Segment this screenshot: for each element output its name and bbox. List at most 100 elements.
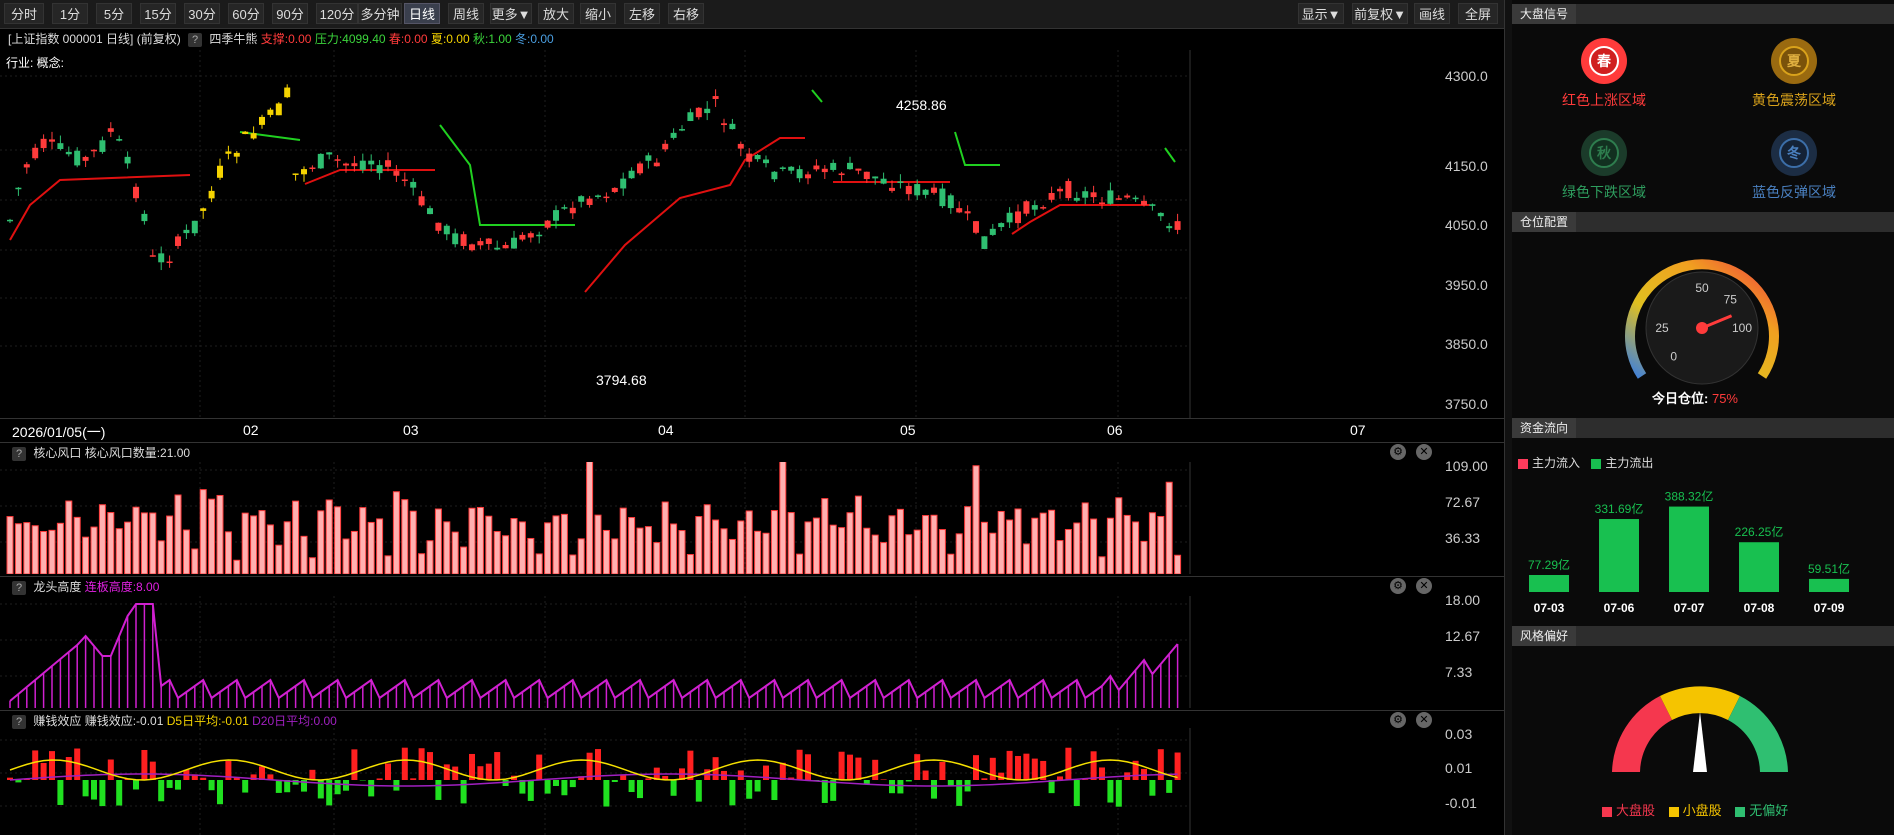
core-theme-bar xyxy=(140,512,148,574)
support-value: 支撑:0.00 xyxy=(260,32,312,46)
period-button-15min[interactable]: 15分 xyxy=(140,3,176,24)
adjust-menu-button[interactable]: 前复权▼ xyxy=(1352,3,1408,24)
period-button-daily[interactable]: 日线 xyxy=(404,3,440,24)
close-icon[interactable]: ✕ xyxy=(1416,578,1432,594)
pane2-tick: 12.67 xyxy=(1445,628,1481,644)
candle-body xyxy=(687,112,694,122)
pressure-line xyxy=(954,131,1000,166)
period-button-90min[interactable]: 90分 xyxy=(272,3,308,24)
core-theme-bar xyxy=(955,533,963,574)
profit-effect-bar xyxy=(460,780,467,804)
candlestick-chart[interactable] xyxy=(0,50,1504,444)
core-theme-bar xyxy=(787,512,795,574)
candle-body xyxy=(746,153,753,162)
candle-body xyxy=(326,152,333,155)
candle-body xyxy=(359,160,366,170)
help-icon[interactable]: ? xyxy=(12,446,26,461)
fullscreen-button[interactable]: 全屏 xyxy=(1458,3,1498,24)
profit-effect-bar xyxy=(670,780,677,796)
profit-effect-bar xyxy=(368,780,375,797)
period-button-60min[interactable]: 60分 xyxy=(228,3,264,24)
core-theme-bar xyxy=(65,500,73,574)
candle-body xyxy=(1082,191,1089,198)
gear-icon[interactable]: ⚙ xyxy=(1390,578,1406,594)
core-theme-bar-chart[interactable] xyxy=(0,462,1440,574)
core-theme-bar xyxy=(527,537,535,574)
candle-body xyxy=(91,149,97,152)
close-icon[interactable]: ✕ xyxy=(1416,712,1432,728)
candle-body xyxy=(1115,198,1122,200)
core-theme-bar xyxy=(594,514,602,574)
core-theme-bar xyxy=(115,528,123,574)
core-theme-bar xyxy=(980,521,988,574)
core-theme-bar xyxy=(779,462,787,574)
profit-effect-bar xyxy=(687,750,694,780)
profit-effect-bar xyxy=(1107,780,1114,803)
display-menu-button[interactable]: 显示▼ xyxy=(1298,3,1344,24)
help-icon[interactable]: ? xyxy=(12,714,26,729)
core-theme-bar xyxy=(174,494,182,574)
candle-body xyxy=(973,221,979,233)
consecutive-limit-value: 连板高度:8.00 xyxy=(84,580,160,594)
leader-height-chart[interactable] xyxy=(0,596,1440,708)
profit-effect-bar xyxy=(821,780,828,803)
profit-effect-bar xyxy=(91,780,97,800)
core-theme-bar xyxy=(712,519,720,574)
profit-effect-bar xyxy=(158,780,165,802)
candle-body xyxy=(452,233,459,245)
more-button[interactable]: 更多▼ xyxy=(490,3,532,24)
zoom-out-button[interactable]: 缩小 xyxy=(580,3,616,24)
style-legend: 大盘股 小盘股 无偏好 xyxy=(1602,800,1788,819)
gear-icon[interactable]: ⚙ xyxy=(1390,444,1406,460)
candle-body xyxy=(376,165,383,174)
core-theme-bar xyxy=(392,491,400,574)
zoom-in-button[interactable]: 放大 xyxy=(538,3,574,24)
period-button-5min[interactable]: 5分 xyxy=(96,3,132,24)
candle-body xyxy=(737,143,744,149)
profit-effect-chart[interactable] xyxy=(0,728,1440,835)
candle-body xyxy=(763,159,769,164)
candle-body xyxy=(49,139,55,142)
profit-effect-bar xyxy=(939,761,946,780)
core-theme-count: 核心风口数量:21.00 xyxy=(84,446,191,460)
period-button-1min[interactable]: 1分 xyxy=(52,3,88,24)
move-left-button[interactable]: 左移 xyxy=(624,3,660,24)
pane1-tick: 109.00 xyxy=(1445,458,1488,474)
core-theme-bar xyxy=(1123,514,1131,574)
help-icon[interactable]: ? xyxy=(12,580,26,595)
symbol-label: [上证指数 000001 日线] xyxy=(8,32,134,46)
help-icon[interactable]: ? xyxy=(188,32,203,47)
candle-body xyxy=(578,196,585,202)
move-right-button[interactable]: 右移 xyxy=(668,3,704,24)
period-button-timeshare[interactable]: 分时 xyxy=(4,3,44,24)
d5-average: D5日平均:-0.01 xyxy=(166,714,249,728)
candle-body xyxy=(7,219,13,222)
candle-body xyxy=(1023,201,1030,214)
core-theme-bar xyxy=(73,516,81,574)
draw-line-button[interactable]: 画线 xyxy=(1414,3,1450,24)
period-button-multi[interactable]: 多分钟 xyxy=(358,3,402,24)
profit-effect-bar xyxy=(309,769,316,780)
candle-body xyxy=(695,107,702,118)
candle-body xyxy=(175,236,181,246)
period-button-30min[interactable]: 30分 xyxy=(184,3,220,24)
period-button-120min[interactable]: 120分 xyxy=(316,3,358,24)
core-theme-bar xyxy=(569,554,577,574)
profit-effect-bar xyxy=(519,780,526,794)
gear-icon[interactable]: ⚙ xyxy=(1390,712,1406,728)
core-theme-bar xyxy=(418,553,426,574)
candle-body xyxy=(368,160,375,165)
profit-effect-bar xyxy=(628,780,635,793)
profit-effect-bar xyxy=(99,780,106,807)
core-theme-bar xyxy=(762,532,770,574)
close-icon[interactable]: ✕ xyxy=(1416,444,1432,460)
period-button-weekly[interactable]: 周线 xyxy=(448,3,484,24)
candle-body xyxy=(611,187,618,192)
candle-body xyxy=(217,165,223,178)
spring-value: 春:0.00 xyxy=(388,32,428,46)
core-theme-bar xyxy=(838,527,846,574)
fund-flow-bar xyxy=(1739,542,1779,592)
core-theme-bar xyxy=(653,542,661,574)
core-theme-bar xyxy=(863,527,871,574)
candle-body xyxy=(259,116,265,125)
